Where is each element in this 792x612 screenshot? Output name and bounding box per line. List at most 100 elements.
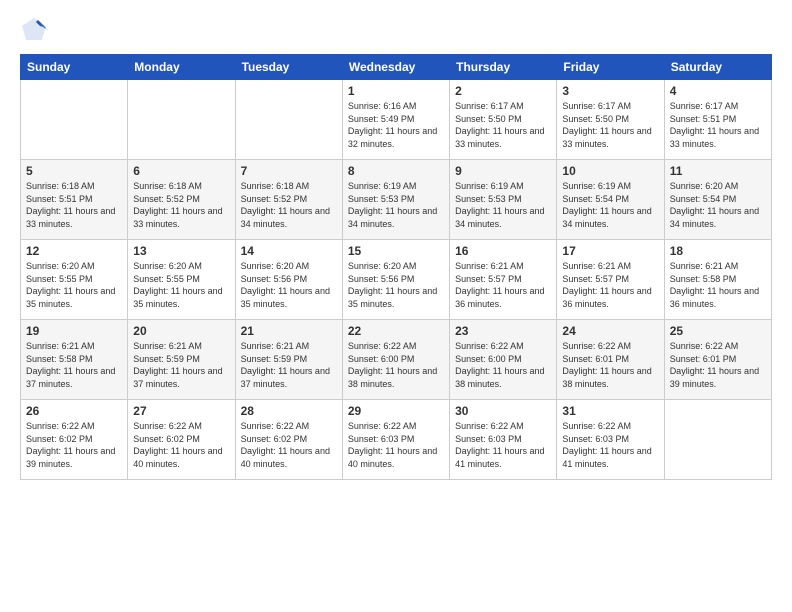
calendar-cell: 13Sunrise: 6:20 AM Sunset: 5:55 PM Dayli… xyxy=(128,240,235,320)
day-info: Sunrise: 6:22 AM Sunset: 6:00 PM Dayligh… xyxy=(348,340,444,390)
day-info: Sunrise: 6:22 AM Sunset: 6:02 PM Dayligh… xyxy=(241,420,337,470)
day-info: Sunrise: 6:20 AM Sunset: 5:55 PM Dayligh… xyxy=(26,260,122,310)
day-number: 31 xyxy=(562,404,658,418)
day-number: 23 xyxy=(455,324,551,338)
day-header-monday: Monday xyxy=(128,55,235,80)
day-number: 9 xyxy=(455,164,551,178)
day-number: 20 xyxy=(133,324,229,338)
day-info: Sunrise: 6:22 AM Sunset: 6:03 PM Dayligh… xyxy=(455,420,551,470)
day-number: 6 xyxy=(133,164,229,178)
day-info: Sunrise: 6:21 AM Sunset: 5:59 PM Dayligh… xyxy=(133,340,229,390)
day-info: Sunrise: 6:22 AM Sunset: 6:02 PM Dayligh… xyxy=(133,420,229,470)
calendar-cell: 1 Sunrise: 6:16 AM Sunset: 5:49 PM Daylig… xyxy=(342,80,449,160)
calendar-cell: 30 Sunrise: 6:22 AM Sunset: 6:03 PM Dayli… xyxy=(450,400,557,480)
calendar-cell: 19Sunrise: 6:21 AM Sunset: 5:58 PM Dayli… xyxy=(21,320,128,400)
day-number: 15 xyxy=(348,244,444,258)
day-info: Sunrise: 6:19 AM Sunset: 5:54 PM Dayligh… xyxy=(562,180,658,230)
header xyxy=(20,16,772,44)
day-info: Sunrise: 6:18 AM Sunset: 5:52 PM Dayligh… xyxy=(133,180,229,230)
week-row-3: 19Sunrise: 6:21 AM Sunset: 5:58 PM Dayli… xyxy=(21,320,772,400)
day-number: 27 xyxy=(133,404,229,418)
calendar-cell: 26 Sunrise: 6:22 AM Sunset: 6:02 PM Dayli… xyxy=(21,400,128,480)
day-info: Sunrise: 6:17 AM Sunset: 5:50 PM Dayligh… xyxy=(562,100,658,150)
day-number: 28 xyxy=(241,404,337,418)
day-info: Sunrise: 6:22 AM Sunset: 6:02 PM Dayligh… xyxy=(26,420,122,470)
day-info: Sunrise: 6:19 AM Sunset: 5:53 PM Dayligh… xyxy=(455,180,551,230)
day-number: 16 xyxy=(455,244,551,258)
day-info: Sunrise: 6:17 AM Sunset: 5:51 PM Dayligh… xyxy=(670,100,766,150)
day-info: Sunrise: 6:18 AM Sunset: 5:52 PM Dayligh… xyxy=(241,180,337,230)
day-number: 22 xyxy=(348,324,444,338)
day-info: Sunrise: 6:21 AM Sunset: 5:57 PM Dayligh… xyxy=(562,260,658,310)
calendar-cell: 15 Sunrise: 6:20 AM Sunset: 5:56 PM Dayli… xyxy=(342,240,449,320)
calendar-cell: 23Sunrise: 6:22 AM Sunset: 6:00 PM Dayli… xyxy=(450,320,557,400)
day-number: 17 xyxy=(562,244,658,258)
day-number: 30 xyxy=(455,404,551,418)
day-info: Sunrise: 6:16 AM Sunset: 5:49 PM Dayligh… xyxy=(348,100,444,150)
logo xyxy=(20,16,52,44)
day-number: 29 xyxy=(348,404,444,418)
calendar-cell: 9 Sunrise: 6:19 AM Sunset: 5:53 PM Daylig… xyxy=(450,160,557,240)
header-row: SundayMondayTuesdayWednesdayThursdayFrid… xyxy=(21,55,772,80)
calendar-cell xyxy=(21,80,128,160)
calendar-cell: 8Sunrise: 6:19 AM Sunset: 5:53 PM Daylig… xyxy=(342,160,449,240)
day-number: 25 xyxy=(670,324,766,338)
day-number: 7 xyxy=(241,164,337,178)
calendar-cell: 24 Sunrise: 6:22 AM Sunset: 6:01 PM Dayli… xyxy=(557,320,664,400)
day-number: 10 xyxy=(562,164,658,178)
week-row-0: 1 Sunrise: 6:16 AM Sunset: 5:49 PM Daylig… xyxy=(21,80,772,160)
day-info: Sunrise: 6:22 AM Sunset: 6:01 PM Dayligh… xyxy=(670,340,766,390)
day-number: 3 xyxy=(562,84,658,98)
day-info: Sunrise: 6:22 AM Sunset: 6:01 PM Dayligh… xyxy=(562,340,658,390)
calendar-cell: 5Sunrise: 6:18 AM Sunset: 5:51 PM Daylig… xyxy=(21,160,128,240)
day-number: 2 xyxy=(455,84,551,98)
calendar-cell: 4 Sunrise: 6:17 AM Sunset: 5:51 PM Daylig… xyxy=(664,80,771,160)
day-number: 8 xyxy=(348,164,444,178)
day-number: 1 xyxy=(348,84,444,98)
day-number: 5 xyxy=(26,164,122,178)
calendar-cell: 20 Sunrise: 6:21 AM Sunset: 5:59 PM Dayli… xyxy=(128,320,235,400)
day-number: 11 xyxy=(670,164,766,178)
calendar-cell: 17 Sunrise: 6:21 AM Sunset: 5:57 PM Dayli… xyxy=(557,240,664,320)
day-info: Sunrise: 6:20 AM Sunset: 5:56 PM Dayligh… xyxy=(348,260,444,310)
calendar-cell xyxy=(128,80,235,160)
calendar-cell: 29 Sunrise: 6:22 AM Sunset: 6:03 PM Dayli… xyxy=(342,400,449,480)
calendar-table: SundayMondayTuesdayWednesdayThursdayFrid… xyxy=(20,54,772,480)
week-row-2: 12 Sunrise: 6:20 AM Sunset: 5:55 PM Dayli… xyxy=(21,240,772,320)
week-row-1: 5Sunrise: 6:18 AM Sunset: 5:51 PM Daylig… xyxy=(21,160,772,240)
day-header-saturday: Saturday xyxy=(664,55,771,80)
calendar-cell: 14Sunrise: 6:20 AM Sunset: 5:56 PM Dayli… xyxy=(235,240,342,320)
day-info: Sunrise: 6:20 AM Sunset: 5:54 PM Dayligh… xyxy=(670,180,766,230)
calendar-cell xyxy=(664,400,771,480)
calendar-cell: 2 Sunrise: 6:17 AM Sunset: 5:50 PM Daylig… xyxy=(450,80,557,160)
day-number: 21 xyxy=(241,324,337,338)
day-number: 19 xyxy=(26,324,122,338)
day-number: 18 xyxy=(670,244,766,258)
calendar-cell: 10 Sunrise: 6:19 AM Sunset: 5:54 PM Dayli… xyxy=(557,160,664,240)
day-number: 12 xyxy=(26,244,122,258)
day-info: Sunrise: 6:21 AM Sunset: 5:58 PM Dayligh… xyxy=(670,260,766,310)
calendar-cell: 6 Sunrise: 6:18 AM Sunset: 5:52 PM Daylig… xyxy=(128,160,235,240)
calendar-cell: 11 Sunrise: 6:20 AM Sunset: 5:54 PM Dayli… xyxy=(664,160,771,240)
calendar-cell: 31 Sunrise: 6:22 AM Sunset: 6:03 PM Dayli… xyxy=(557,400,664,480)
day-info: Sunrise: 6:20 AM Sunset: 5:55 PM Dayligh… xyxy=(133,260,229,310)
calendar-cell: 12 Sunrise: 6:20 AM Sunset: 5:55 PM Dayli… xyxy=(21,240,128,320)
logo-icon xyxy=(20,16,48,44)
day-header-thursday: Thursday xyxy=(450,55,557,80)
day-info: Sunrise: 6:22 AM Sunset: 6:03 PM Dayligh… xyxy=(562,420,658,470)
day-header-tuesday: Tuesday xyxy=(235,55,342,80)
day-info: Sunrise: 6:22 AM Sunset: 6:03 PM Dayligh… xyxy=(348,420,444,470)
day-number: 24 xyxy=(562,324,658,338)
calendar-cell: 21Sunrise: 6:21 AM Sunset: 5:59 PM Dayli… xyxy=(235,320,342,400)
calendar-cell: 3 Sunrise: 6:17 AM Sunset: 5:50 PM Daylig… xyxy=(557,80,664,160)
calendar-cell: 16Sunrise: 6:21 AM Sunset: 5:57 PM Dayli… xyxy=(450,240,557,320)
calendar-cell: 27 Sunrise: 6:22 AM Sunset: 6:02 PM Dayli… xyxy=(128,400,235,480)
day-info: Sunrise: 6:17 AM Sunset: 5:50 PM Dayligh… xyxy=(455,100,551,150)
calendar-cell xyxy=(235,80,342,160)
day-number: 4 xyxy=(670,84,766,98)
calendar-cell: 25 Sunrise: 6:22 AM Sunset: 6:01 PM Dayli… xyxy=(664,320,771,400)
day-number: 26 xyxy=(26,404,122,418)
day-info: Sunrise: 6:20 AM Sunset: 5:56 PM Dayligh… xyxy=(241,260,337,310)
calendar-cell: 28 Sunrise: 6:22 AM Sunset: 6:02 PM Dayli… xyxy=(235,400,342,480)
week-row-4: 26 Sunrise: 6:22 AM Sunset: 6:02 PM Dayli… xyxy=(21,400,772,480)
